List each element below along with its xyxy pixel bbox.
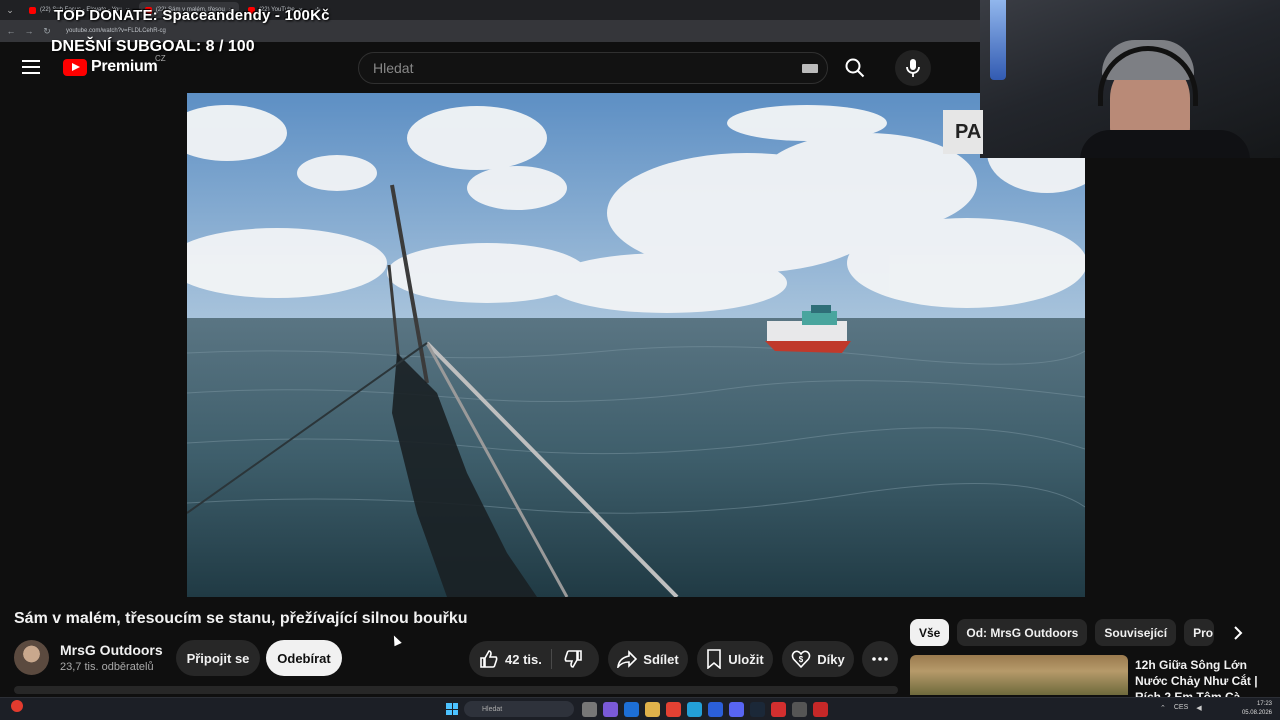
discord-icon[interactable] (729, 702, 744, 717)
youtube-play-icon (63, 58, 87, 76)
join-button[interactable]: Připojit se (176, 640, 260, 676)
search-button[interactable] (836, 52, 874, 84)
bookmark-icon (707, 649, 722, 669)
chevron-right-icon (1234, 626, 1243, 640)
tab-list-chevron-icon[interactable]: ⌄ (0, 5, 20, 16)
share-button[interactable]: Sdílet (608, 641, 688, 677)
taskbar-search-label: Hledat (482, 705, 503, 713)
thanks-label: Díky (817, 651, 845, 667)
subgoal-overlay: DNEŠNÍ SUBGOAL: 8 / 100 (51, 38, 255, 55)
windows-taskbar: Hledat ⌃ CES ◀ 17:23 05.08.2026 (0, 697, 1280, 720)
edge-icon[interactable] (687, 702, 702, 717)
studio-light (990, 0, 1006, 80)
video-frame-image (187, 93, 1085, 597)
speaker-icon[interactable]: ◀ (1196, 704, 1201, 712)
thanks-button[interactable]: $ Díky (782, 641, 854, 677)
recommendation-chips: Vše Od: MrsG Outdoors Související Pro (910, 619, 1215, 647)
top-donate-overlay: TOP DONATE: Spaceandendy - 100Kč (54, 7, 330, 24)
clock-time: 17:23 (1256, 701, 1272, 707)
logo-text: Premium (91, 58, 158, 75)
chip-related[interactable]: Související (1095, 619, 1177, 646)
chip-all[interactable]: Vše (910, 619, 950, 646)
voice-search-button[interactable] (895, 50, 931, 86)
description-box-edge[interactable] (14, 686, 898, 694)
more-horizontal-icon (872, 657, 888, 661)
streamer-webcam (980, 0, 1280, 158)
recommendation-thumbnail[interactable] (910, 655, 1128, 695)
subscribe-button[interactable]: Odebírat (266, 640, 342, 676)
clock-date: 05.08.2026 (1241, 710, 1272, 716)
file-explorer-icon[interactable] (645, 702, 660, 717)
channel-name[interactable]: MrsG Outdoors (60, 642, 163, 658)
video-player[interactable] (187, 93, 1085, 597)
subscriber-count: 23,7 tis. odběratelů (60, 661, 154, 673)
chip-from-channel[interactable]: Od: MrsG Outdoors (957, 619, 1088, 646)
save-button[interactable]: Uložit (697, 641, 773, 677)
mouse-cursor (390, 633, 402, 647)
app-icon[interactable] (771, 702, 786, 717)
search-icon (845, 58, 865, 78)
thumbs-up-icon (480, 650, 498, 668)
video-title: Sám v malém, třesoucím se stanu, přežíva… (14, 610, 468, 627)
like-count: 42 tis. (505, 651, 542, 667)
clock[interactable]: 17:23 05.08.2026 (1242, 700, 1272, 718)
app-icon[interactable] (813, 702, 828, 717)
system-tray: ⌃ CES ◀ (1160, 704, 1202, 712)
channel-avatar[interactable] (14, 640, 49, 675)
share-arrow-icon (617, 650, 638, 668)
task-view-icon[interactable] (582, 702, 597, 717)
search-input[interactable] (373, 60, 773, 76)
like-dislike-divider (551, 649, 552, 669)
streamer-shirt (1080, 130, 1250, 158)
windows-start-icon[interactable] (446, 703, 458, 715)
reload-icon[interactable]: ↻ (42, 26, 52, 37)
hamburger-menu-icon[interactable] (22, 60, 40, 74)
more-actions-button[interactable] (862, 641, 898, 677)
save-label: Uložit (728, 651, 764, 667)
chips-next-button[interactable] (1226, 621, 1250, 645)
svg-text:$: $ (799, 655, 804, 664)
back-arrow-icon[interactable]: ← (6, 26, 16, 36)
forward-arrow-icon[interactable]: → (24, 26, 34, 36)
notification-app-icon[interactable] (11, 700, 23, 712)
steam-icon[interactable] (750, 702, 765, 717)
heart-dollar-icon: $ (791, 650, 811, 669)
app-icon[interactable] (792, 702, 807, 717)
app-icon[interactable] (603, 702, 618, 717)
youtube-premium-logo[interactable]: Premium CZ (63, 54, 166, 76)
address-bar[interactable]: youtube.com/watch?v=FLDLCehR-cg (66, 28, 166, 34)
app-icon[interactable] (624, 702, 639, 717)
chrome-icon[interactable] (666, 702, 681, 717)
keyboard-icon[interactable] (802, 64, 818, 73)
youtube-favicon-icon (29, 6, 36, 14)
taskbar-apps (582, 702, 828, 717)
search-box (358, 52, 828, 84)
microphone-icon (906, 59, 920, 77)
like-button[interactable]: 42 tis. (469, 641, 599, 677)
tray-chevron-icon[interactable]: ⌃ (1160, 704, 1166, 712)
language-indicator[interactable]: CES (1174, 704, 1188, 712)
app-icon[interactable] (708, 702, 723, 717)
overlay-badge: PA (943, 110, 983, 154)
share-label: Sdílet (643, 651, 679, 667)
thumbs-down-icon[interactable] (563, 649, 583, 669)
taskbar-search[interactable]: Hledat (464, 701, 574, 717)
chip-for-you[interactable]: Pro (1184, 619, 1215, 646)
